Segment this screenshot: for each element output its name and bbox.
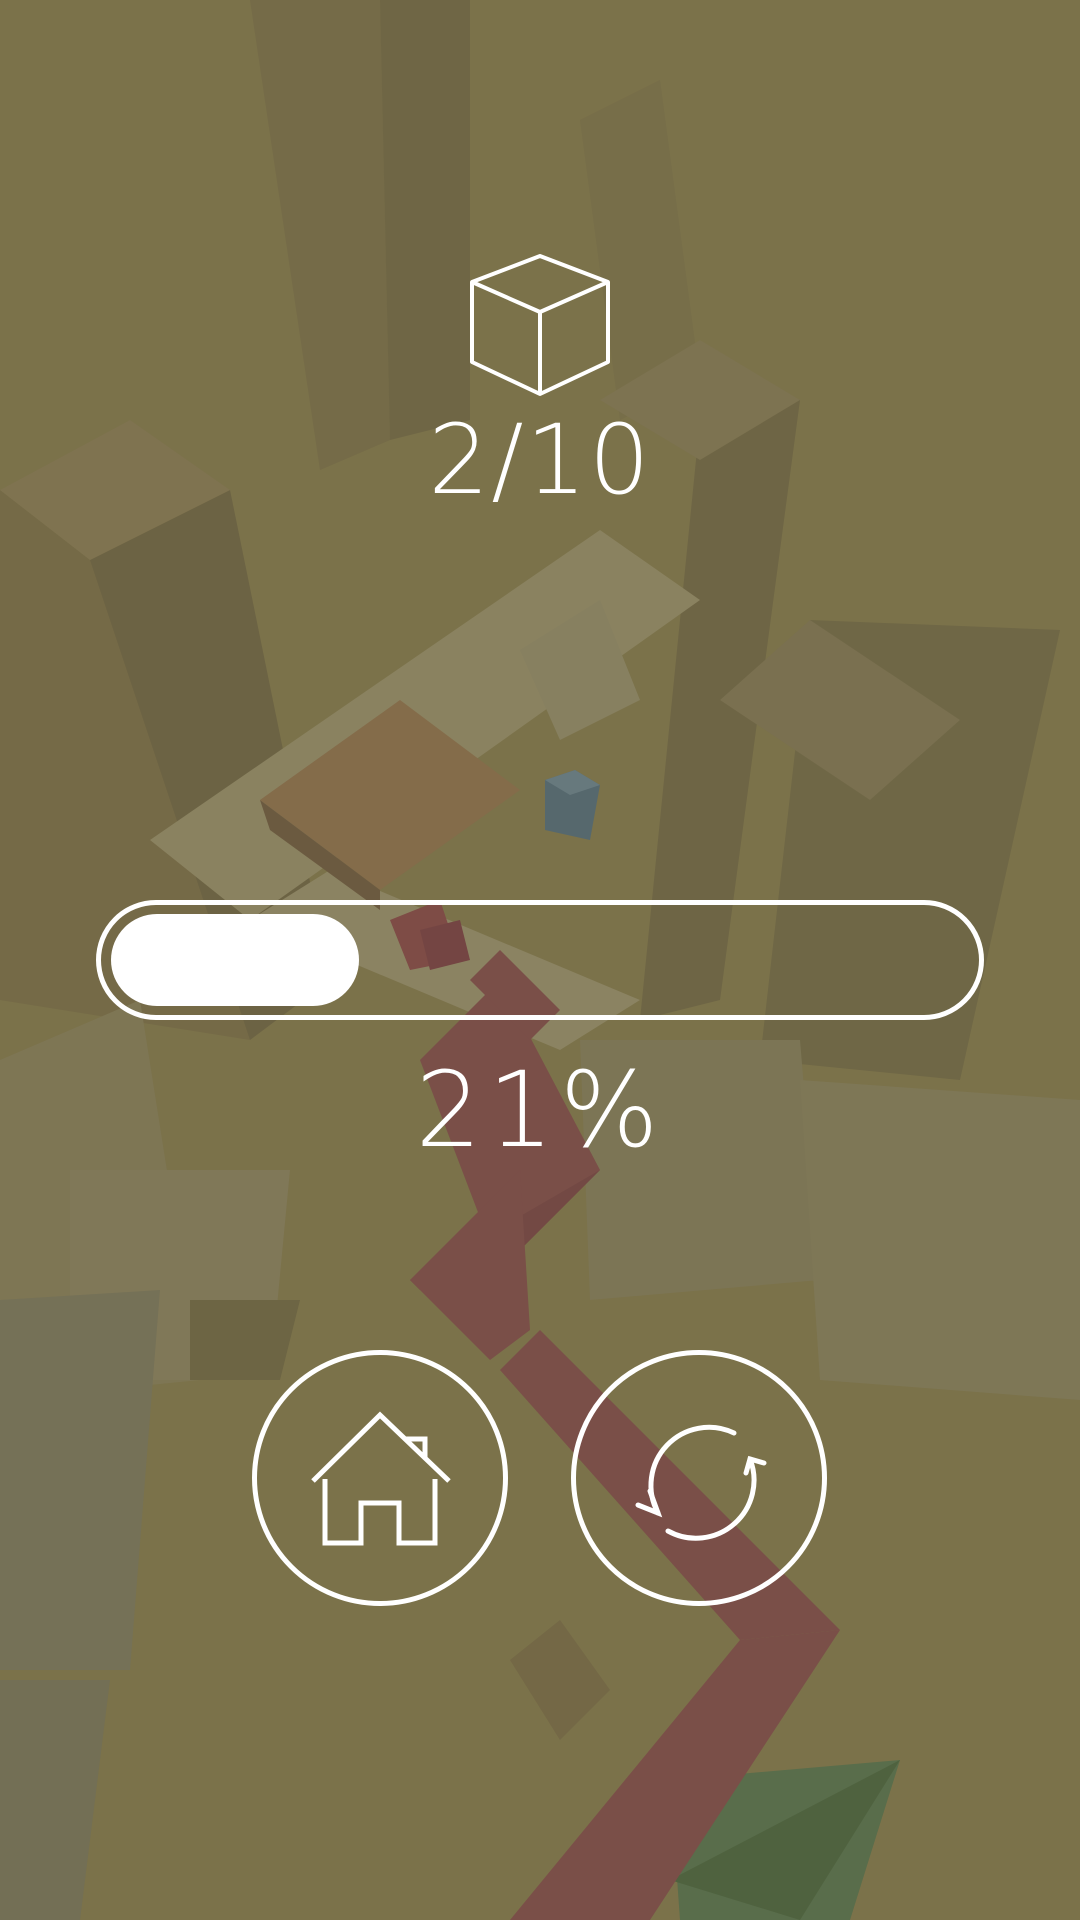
restart-icon xyxy=(635,1424,767,1541)
game-screen: 2/10 21% xyxy=(0,0,1080,1920)
restart-button[interactable] xyxy=(571,1350,827,1606)
level-progress-percent: 21% xyxy=(415,1049,665,1171)
home-button[interactable] xyxy=(252,1350,508,1606)
home-icon xyxy=(311,1411,451,1546)
level-progress-fill xyxy=(111,914,359,1006)
level-progress-bar xyxy=(96,900,984,1020)
cubes-collected-counter: 2/10 xyxy=(428,404,652,516)
hud-overlay: 2/10 21% xyxy=(0,0,1080,1920)
cube-icon xyxy=(470,254,610,396)
